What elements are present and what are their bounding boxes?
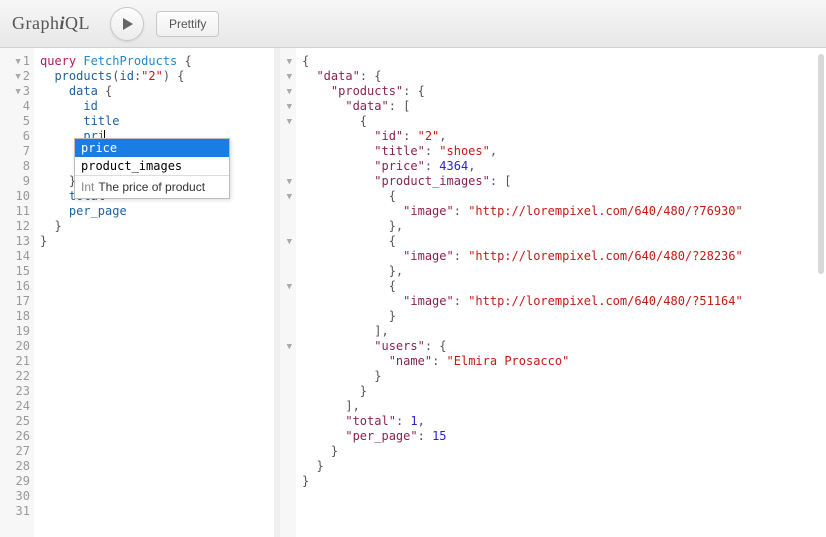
scrollbar-thumb[interactable] bbox=[818, 54, 824, 274]
fold-arrow-icon[interactable]: ▼ bbox=[287, 115, 292, 130]
code-line[interactable] bbox=[40, 264, 268, 279]
fold-arrow-icon[interactable]: ▼ bbox=[287, 340, 292, 355]
result-line: "total": 1, bbox=[302, 414, 820, 429]
code-line[interactable]: data { bbox=[40, 84, 268, 99]
autocomplete-item[interactable]: product_images bbox=[75, 157, 229, 175]
result-line: "product_images": [ bbox=[302, 174, 820, 189]
fold-arrow-icon[interactable]: ▼ bbox=[287, 190, 292, 205]
result-line: } bbox=[302, 459, 820, 474]
toolbar: GraphiQL Prettify bbox=[0, 0, 826, 48]
result-viewer: ▼▼▼▼▼ ▼▼ ▼ ▼ ▼ { "data": { "products": {… bbox=[280, 48, 826, 537]
fold-arrow-icon[interactable]: ▼ bbox=[287, 235, 292, 250]
code-line[interactable] bbox=[40, 354, 268, 369]
code-line[interactable]: id bbox=[40, 99, 268, 114]
code-line[interactable]: per_page bbox=[40, 204, 268, 219]
code-line[interactable] bbox=[40, 369, 268, 384]
result-line: { bbox=[302, 114, 820, 129]
code-line[interactable]: query FetchProducts { bbox=[40, 54, 268, 69]
autocomplete-hint: IntThe price of product bbox=[75, 175, 229, 198]
fold-arrow-icon[interactable]: ▼ bbox=[287, 100, 292, 115]
logo-text-2: QL bbox=[65, 13, 90, 33]
fold-arrow-icon[interactable]: ▼ bbox=[287, 55, 292, 70]
code-line[interactable] bbox=[40, 294, 268, 309]
code-line[interactable] bbox=[40, 279, 268, 294]
code-line[interactable] bbox=[40, 459, 268, 474]
logo: GraphiQL bbox=[12, 13, 90, 34]
code-line[interactable]: } bbox=[40, 234, 268, 249]
code-line[interactable] bbox=[40, 309, 268, 324]
code-line[interactable]: } bbox=[40, 219, 268, 234]
result-line: } bbox=[302, 369, 820, 384]
autocomplete-popup[interactable]: priceproduct_imagesIntThe price of produ… bbox=[74, 138, 230, 199]
autocomplete-item[interactable]: price bbox=[75, 139, 229, 157]
result-line: ], bbox=[302, 399, 820, 414]
result-line: { bbox=[302, 234, 820, 249]
result-line: { bbox=[302, 279, 820, 294]
code-line[interactable] bbox=[40, 339, 268, 354]
result-line: } bbox=[302, 474, 820, 489]
query-gutter: ▼1▼2▼34567891011121314151617181920212223… bbox=[0, 48, 34, 537]
execute-button[interactable] bbox=[110, 7, 144, 41]
code-line[interactable] bbox=[40, 429, 268, 444]
result-line: "data": { bbox=[302, 69, 820, 84]
fold-arrow-icon[interactable]: ▼ bbox=[287, 70, 292, 85]
result-line: } bbox=[302, 444, 820, 459]
fold-arrow-icon[interactable]: ▼ bbox=[287, 175, 292, 190]
result-line: "image": "http://lorempixel.com/640/480/… bbox=[302, 204, 820, 219]
result-line: "image": "http://lorempixel.com/640/480/… bbox=[302, 249, 820, 264]
fold-arrow-icon[interactable]: ▼ bbox=[287, 280, 292, 295]
fold-arrow-icon[interactable]: ▼ bbox=[287, 85, 292, 100]
result-line: "id": "2", bbox=[302, 129, 820, 144]
result-line: "per_page": 15 bbox=[302, 429, 820, 444]
result-line: "data": [ bbox=[302, 99, 820, 114]
prettify-button[interactable]: Prettify bbox=[156, 11, 219, 37]
result-line: { bbox=[302, 54, 820, 69]
code-line[interactable] bbox=[40, 399, 268, 414]
result-line: "users": { bbox=[302, 339, 820, 354]
result-line: { bbox=[302, 189, 820, 204]
result-code: { "data": { "products": { "data": [ { "i… bbox=[296, 48, 826, 537]
play-icon bbox=[122, 17, 134, 31]
result-line: "image": "http://lorempixel.com/640/480/… bbox=[302, 294, 820, 309]
fold-arrow-icon[interactable]: ▼ bbox=[15, 55, 20, 70]
result-line: }, bbox=[302, 219, 820, 234]
code-line[interactable]: title bbox=[40, 114, 268, 129]
code-line[interactable] bbox=[40, 444, 268, 459]
query-code[interactable]: query FetchProducts { products(id:"2") {… bbox=[34, 48, 274, 537]
result-line: "title": "shoes", bbox=[302, 144, 820, 159]
result-line: }, bbox=[302, 264, 820, 279]
result-line: "products": { bbox=[302, 84, 820, 99]
code-line[interactable] bbox=[40, 249, 268, 264]
code-line[interactable] bbox=[40, 414, 268, 429]
result-line: } bbox=[302, 309, 820, 324]
fold-arrow-icon[interactable]: ▼ bbox=[15, 70, 20, 85]
logo-text-1: Graph bbox=[12, 13, 59, 33]
result-line: } bbox=[302, 384, 820, 399]
result-line: ], bbox=[302, 324, 820, 339]
code-line[interactable] bbox=[40, 324, 268, 339]
result-line: "price": 4364, bbox=[302, 159, 820, 174]
code-line[interactable] bbox=[40, 384, 268, 399]
panes: ▼1▼2▼34567891011121314151617181920212223… bbox=[0, 48, 826, 537]
code-line[interactable]: products(id:"2") { bbox=[40, 69, 268, 84]
result-line: "name": "Elmira Prosacco" bbox=[302, 354, 820, 369]
query-editor[interactable]: ▼1▼2▼34567891011121314151617181920212223… bbox=[0, 48, 280, 537]
fold-arrow-icon[interactable]: ▼ bbox=[15, 85, 20, 100]
result-gutter: ▼▼▼▼▼ ▼▼ ▼ ▼ ▼ bbox=[280, 48, 296, 537]
